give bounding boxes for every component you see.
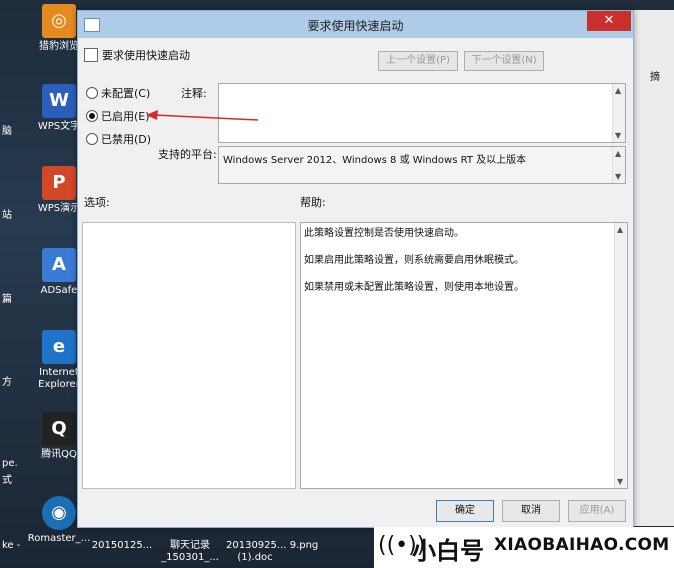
brand-url: XIAOBAIHAO.COM (494, 535, 670, 555)
qq-icon: Q (42, 412, 76, 446)
prev-setting-button[interactable]: 上一个设置(P) (378, 51, 458, 71)
radio-enabled[interactable]: 已启用(E) (86, 108, 150, 124)
background-window: 摘 (632, 10, 674, 526)
radio-button[interactable] (86, 87, 98, 99)
help-text: 此策略设置控制是否使用快速启动。 如果启用此策略设置，则系统需要启用休眠模式。 … (304, 227, 611, 308)
radio-not-configured[interactable]: 未配置(C) (86, 85, 150, 101)
brand-name: 小白号 (412, 537, 484, 565)
policy-name: 要求使用快速启动 (102, 49, 190, 62)
apply-button[interactable]: 应用(A) (568, 500, 626, 522)
comment-textarea[interactable]: ▲ ▼ (218, 83, 626, 143)
partial-label: 式 (2, 475, 12, 486)
wps-presentation-icon: P (42, 166, 76, 200)
help-panel: 此策略设置控制是否使用快速启动。 如果启用此策略设置，则系统需要启用休眠模式。 … (300, 222, 628, 489)
scroll-down-icon[interactable]: ▼ (615, 172, 621, 181)
scroll-down-icon[interactable]: ▼ (617, 477, 623, 486)
platform-value: Windows Server 2012、Windows 8 或 Windows … (223, 155, 527, 166)
partial-label: 摘 (650, 72, 660, 83)
title-bar[interactable]: 要求使用快速启动 ✕ (78, 11, 633, 38)
next-setting-button[interactable]: 下一个设置(N) (464, 51, 544, 71)
platform-label: 支持的平台: (158, 148, 217, 161)
ok-button[interactable]: 确定 (436, 500, 494, 522)
radio-label: 已启用(E) (101, 110, 150, 123)
scrollbar[interactable]: ▲ ▼ (614, 223, 627, 488)
platform-field: Windows Server 2012、Windows 8 或 Windows … (218, 146, 626, 184)
partial-label: 站 (2, 210, 12, 221)
help-line: 如果启用此策略设置，则系统需要启用休眠模式。 (304, 255, 524, 266)
partial-label: 方 (2, 377, 12, 388)
scroll-down-icon[interactable]: ▼ (615, 131, 621, 140)
radio-label: 未配置(C) (101, 87, 151, 100)
radio-button[interactable] (86, 110, 98, 122)
scroll-up-icon[interactable]: ▲ (615, 86, 621, 95)
scrollbar[interactable]: ▲ ▼ (612, 147, 625, 183)
scroll-up-icon[interactable]: ▲ (617, 225, 623, 234)
policy-icon (84, 48, 98, 62)
desktop-file-label[interactable]: 20130925... (1).doc (226, 540, 286, 564)
romaster-icon: ◉ (42, 496, 76, 530)
close-button[interactable]: ✕ (587, 11, 631, 31)
options-panel (82, 222, 296, 489)
wps-writer-icon: W (42, 84, 76, 118)
cancel-button[interactable]: 取消 (502, 500, 560, 522)
help-label: 帮助: (300, 196, 326, 209)
desktop-file-label[interactable]: 20150125... (90, 540, 154, 552)
brand-watermark: ((•)) 小白号 XIAOBAIHAO.COM (374, 527, 674, 568)
internet-explorer-icon: e (42, 330, 76, 364)
scrollbar[interactable]: ▲ ▼ (612, 84, 625, 142)
help-line: 此策略设置控制是否使用快速启动。 (304, 228, 464, 239)
desktop-file-label[interactable]: 聊天记录_150301_... (158, 540, 222, 564)
dialog-title: 要求使用快速启动 (307, 19, 404, 33)
partial-label: pe. (2, 458, 18, 469)
comment-label: 注释: (181, 87, 207, 100)
browser-icon: ◎ (42, 4, 76, 38)
radio-disabled[interactable]: 已禁用(D) (86, 131, 151, 147)
close-icon: ✕ (603, 13, 615, 28)
partial-label: ke - (2, 540, 21, 551)
partial-label: 篇 (2, 294, 12, 305)
policy-dialog: 要求使用快速启动 ✕ 要求使用快速启动 上一个设置(P) 下一个设置(N) 未配… (77, 10, 634, 528)
radio-button[interactable] (86, 133, 98, 145)
scroll-up-icon[interactable]: ▲ (615, 149, 621, 158)
radio-label: 已禁用(D) (101, 133, 152, 146)
desktop-file-label[interactable]: 9.png (286, 540, 322, 552)
adsafe-icon: A (42, 248, 76, 282)
options-label: 选项: (84, 196, 110, 209)
partial-label: 脑 (2, 126, 12, 137)
desktop-icon-label: Romaster_... (27, 533, 91, 544)
help-line: 如果禁用或未配置此策略设置，则使用本地设置。 (304, 282, 524, 293)
